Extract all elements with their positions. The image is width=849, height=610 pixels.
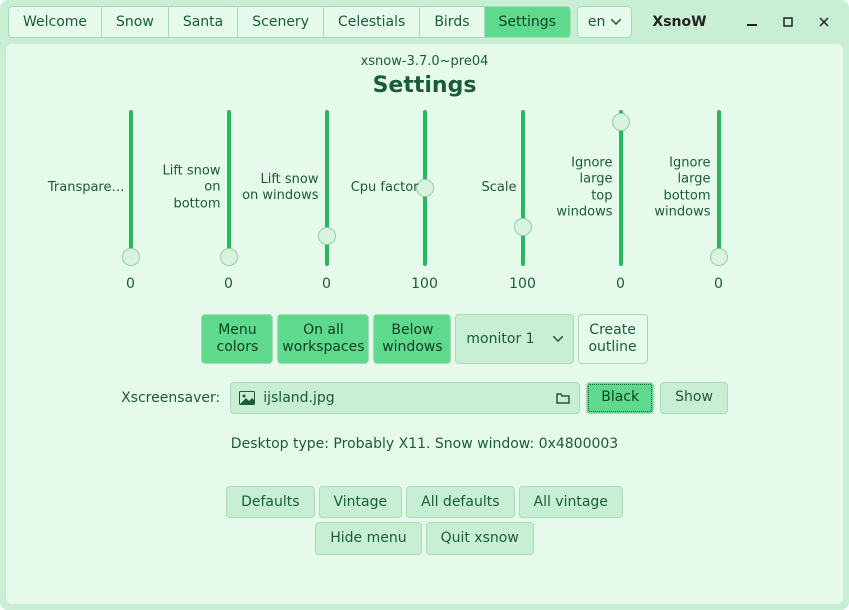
slider-track[interactable] — [619, 110, 623, 266]
slider-track[interactable] — [521, 110, 525, 266]
titlebar: WelcomeSnowSantaSceneryCelestialsBirdsSe… — [0, 0, 849, 44]
version-label: xsnow-3.7.0~pre04 — [361, 54, 489, 69]
slider-value: 100 — [509, 276, 536, 292]
app-title: XsnoW — [652, 14, 706, 30]
black-button[interactable]: Black — [586, 382, 654, 414]
create-outline-button[interactable]: Create outline — [578, 314, 648, 364]
language-label: en — [588, 14, 606, 30]
tab-welcome[interactable]: Welcome — [8, 6, 101, 38]
sliders-row: Transpare…0Lift snow on bottom0Lift snow… — [82, 110, 768, 292]
slider-value: 100 — [411, 276, 438, 292]
close-button[interactable] — [817, 15, 831, 29]
slider-label: Scale — [475, 180, 517, 196]
slider-thumb[interactable] — [318, 227, 336, 245]
bottom-buttons: Defaults Vintage All defaults All vintag… — [226, 486, 623, 556]
window-controls — [745, 15, 841, 29]
chevron-down-icon — [611, 19, 621, 25]
slider-col-0: Transpare…0 — [82, 110, 180, 292]
slider-thumb[interactable] — [220, 248, 238, 266]
slider-thumb[interactable] — [612, 113, 630, 131]
slider-value: 0 — [224, 276, 233, 292]
open-file-icon[interactable] — [555, 391, 571, 405]
tab-settings[interactable]: Settings — [484, 6, 571, 38]
slider-col-2: Lift snow on windows0 — [278, 110, 376, 292]
slider-track[interactable] — [129, 110, 133, 266]
slider-value: 0 — [126, 276, 135, 292]
xscreensaver-row: Xscreensaver: ijsland.jpg Black Show — [121, 382, 728, 414]
tab-scenery[interactable]: Scenery — [237, 6, 323, 38]
hide-menu-button[interactable]: Hide menu — [315, 522, 421, 555]
slider-thumb[interactable] — [514, 218, 532, 236]
slider-thumb[interactable] — [710, 248, 728, 266]
page-title: Settings — [373, 73, 477, 98]
on-all-workspaces-toggle[interactable]: On all workspaces — [277, 314, 369, 364]
monitor-label: monitor 1 — [466, 331, 534, 347]
quit-button[interactable]: Quit xsnow — [426, 522, 534, 555]
slider-track[interactable] — [227, 110, 231, 266]
slider-label: Transpare… — [47, 180, 125, 196]
tab-celestials[interactable]: Celestials — [323, 6, 419, 38]
slider-track[interactable] — [325, 110, 329, 266]
toggle-row: Menu colors On all workspaces Below wind… — [201, 314, 647, 364]
maximize-button[interactable] — [781, 15, 795, 29]
slider-col-5: Ignore large top windows0 — [572, 110, 670, 292]
slider-thumb[interactable] — [122, 248, 140, 266]
file-field[interactable]: ijsland.jpg — [230, 382, 580, 414]
slider-value: 0 — [714, 276, 723, 292]
slider-col-3: Cpu factor100 — [376, 110, 474, 292]
menu-colors-toggle[interactable]: Menu colors — [201, 314, 273, 364]
slider-track[interactable] — [717, 110, 721, 266]
tab-santa[interactable]: Santa — [168, 6, 237, 38]
tab-birds[interactable]: Birds — [419, 6, 483, 38]
language-dropdown[interactable]: en — [577, 6, 633, 38]
tab-snow[interactable]: Snow — [101, 6, 168, 38]
chevron-down-icon — [553, 336, 563, 342]
slider-value: 0 — [322, 276, 331, 292]
slider-track[interactable] — [423, 110, 427, 266]
slider-col-4: Scale 100 — [474, 110, 572, 292]
slider-col-6: Ignore large bottom windows0 — [670, 110, 768, 292]
slider-value: 0 — [616, 276, 625, 292]
file-name: ijsland.jpg — [263, 390, 547, 406]
vintage-button[interactable]: Vintage — [319, 486, 403, 519]
desktop-info: Desktop type: Probably X11. Snow window:… — [231, 436, 618, 452]
monitor-dropdown[interactable]: monitor 1 — [455, 314, 573, 364]
minimize-button[interactable] — [745, 15, 759, 29]
show-button[interactable]: Show — [660, 382, 728, 414]
xscreensaver-label: Xscreensaver: — [121, 390, 220, 406]
all-vintage-button[interactable]: All vintage — [519, 486, 623, 519]
slider-col-1: Lift snow on bottom0 — [180, 110, 278, 292]
content-area: xsnow-3.7.0~pre04 Settings Transpare…0Li… — [6, 44, 843, 604]
window: WelcomeSnowSantaSceneryCelestialsBirdsSe… — [0, 0, 849, 610]
slider-thumb[interactable] — [416, 179, 434, 197]
image-icon — [239, 391, 255, 405]
tab-bar: WelcomeSnowSantaSceneryCelestialsBirdsSe… — [8, 6, 571, 38]
defaults-button[interactable]: Defaults — [226, 486, 314, 519]
below-windows-toggle[interactable]: Below windows — [373, 314, 451, 364]
all-defaults-button[interactable]: All defaults — [406, 486, 514, 519]
